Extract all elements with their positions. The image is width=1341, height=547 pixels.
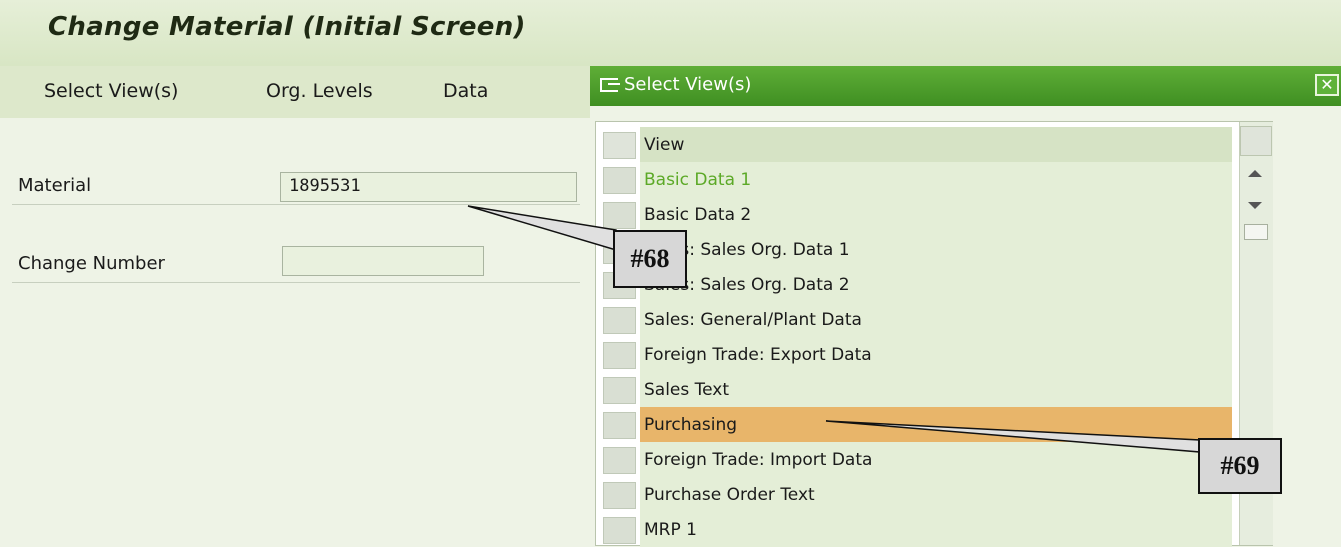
table-row[interactable]: Sales: General/Plant Data — [596, 302, 1236, 337]
row-selector[interactable] — [603, 342, 636, 369]
table-row[interactable]: Foreign Trade: Import Data — [596, 442, 1236, 477]
views-table: View Basic Data 1 Basic Data 2 Sales: Sa… — [595, 121, 1273, 547]
view-purchasing[interactable]: Purchasing — [640, 407, 1232, 442]
menu-data[interactable]: Data — [443, 80, 488, 102]
table-row[interactable]: Basic Data 1 — [596, 162, 1236, 197]
view-sales-org-data-1[interactable]: Sales: Sales Org. Data 1 — [640, 232, 1232, 267]
select-view-icon — [600, 78, 620, 92]
change-number-label: Change Number — [18, 253, 165, 274]
initial-screen-form: Material 1895531 Change Number — [0, 118, 590, 544]
callout-69: #69 — [1198, 438, 1282, 494]
row-selector[interactable] — [603, 447, 636, 474]
row-selector[interactable] — [603, 167, 636, 194]
row-selector[interactable] — [603, 482, 636, 509]
view-basic-data-1[interactable]: Basic Data 1 — [640, 162, 1232, 197]
row-selector[interactable] — [603, 202, 636, 229]
view-foreign-trade-export[interactable]: Foreign Trade: Export Data — [640, 337, 1232, 372]
view-foreign-trade-import[interactable]: Foreign Trade: Import Data — [640, 442, 1232, 477]
table-row[interactable]: Sales: Sales Org. Data 1 — [596, 232, 1236, 267]
material-field[interactable]: 1895531 — [280, 172, 577, 202]
change-number-field[interactable] — [282, 246, 484, 276]
row-selector[interactable] — [603, 307, 636, 334]
column-header-view: View — [640, 127, 1232, 162]
popup-titlebar: Select View(s) ✕ — [590, 66, 1341, 106]
view-purchase-order-text[interactable]: Purchase Order Text — [640, 477, 1232, 512]
callout-68: #68 — [613, 230, 687, 288]
view-basic-data-2[interactable]: Basic Data 2 — [640, 197, 1232, 232]
table-header-row: View — [596, 127, 1236, 162]
view-sales-text[interactable]: Sales Text — [640, 372, 1232, 407]
title-bar: Change Material (Initial Screen) — [0, 0, 1341, 67]
popup-title-text: Select View(s) — [624, 74, 752, 95]
table-row[interactable]: MRP 1 — [596, 512, 1236, 547]
page-title: Change Material (Initial Screen) — [48, 12, 526, 42]
table-row[interactable]: Basic Data 2 — [596, 197, 1236, 232]
select-all-button[interactable] — [603, 132, 636, 159]
menu-select-views[interactable]: Select View(s) — [44, 80, 178, 102]
scroll-up-arrow-icon[interactable] — [1248, 170, 1262, 177]
close-button[interactable]: ✕ — [1315, 74, 1339, 96]
table-row[interactable]: Sales Text — [596, 372, 1236, 407]
view-sales-org-data-2[interactable]: Sales: Sales Org. Data 2 — [640, 267, 1232, 302]
popup-title: Select View(s) — [600, 74, 751, 95]
scroll-down-arrow-icon[interactable] — [1248, 202, 1262, 209]
row-selector[interactable] — [603, 377, 636, 404]
scroll-thumb[interactable] — [1244, 224, 1268, 240]
view-mrp-1[interactable]: MRP 1 — [640, 512, 1232, 547]
table-row[interactable]: Foreign Trade: Export Data — [596, 337, 1236, 372]
material-label: Material — [18, 175, 92, 196]
table-row[interactable]: Purchasing — [596, 407, 1236, 442]
menu-bar: Select View(s) Org. Levels Data — [0, 66, 590, 118]
material-row-divider — [12, 204, 580, 205]
row-selector[interactable] — [603, 412, 636, 439]
table-row[interactable]: Purchase Order Text — [596, 477, 1236, 512]
menu-org-levels[interactable]: Org. Levels — [266, 80, 373, 102]
column-settings-button[interactable] — [1240, 126, 1272, 156]
row-selector[interactable] — [603, 517, 636, 544]
table-row[interactable]: Sales: Sales Org. Data 2 — [596, 267, 1236, 302]
view-sales-general-plant-data[interactable]: Sales: General/Plant Data — [640, 302, 1232, 337]
change-number-row-divider — [12, 282, 580, 283]
